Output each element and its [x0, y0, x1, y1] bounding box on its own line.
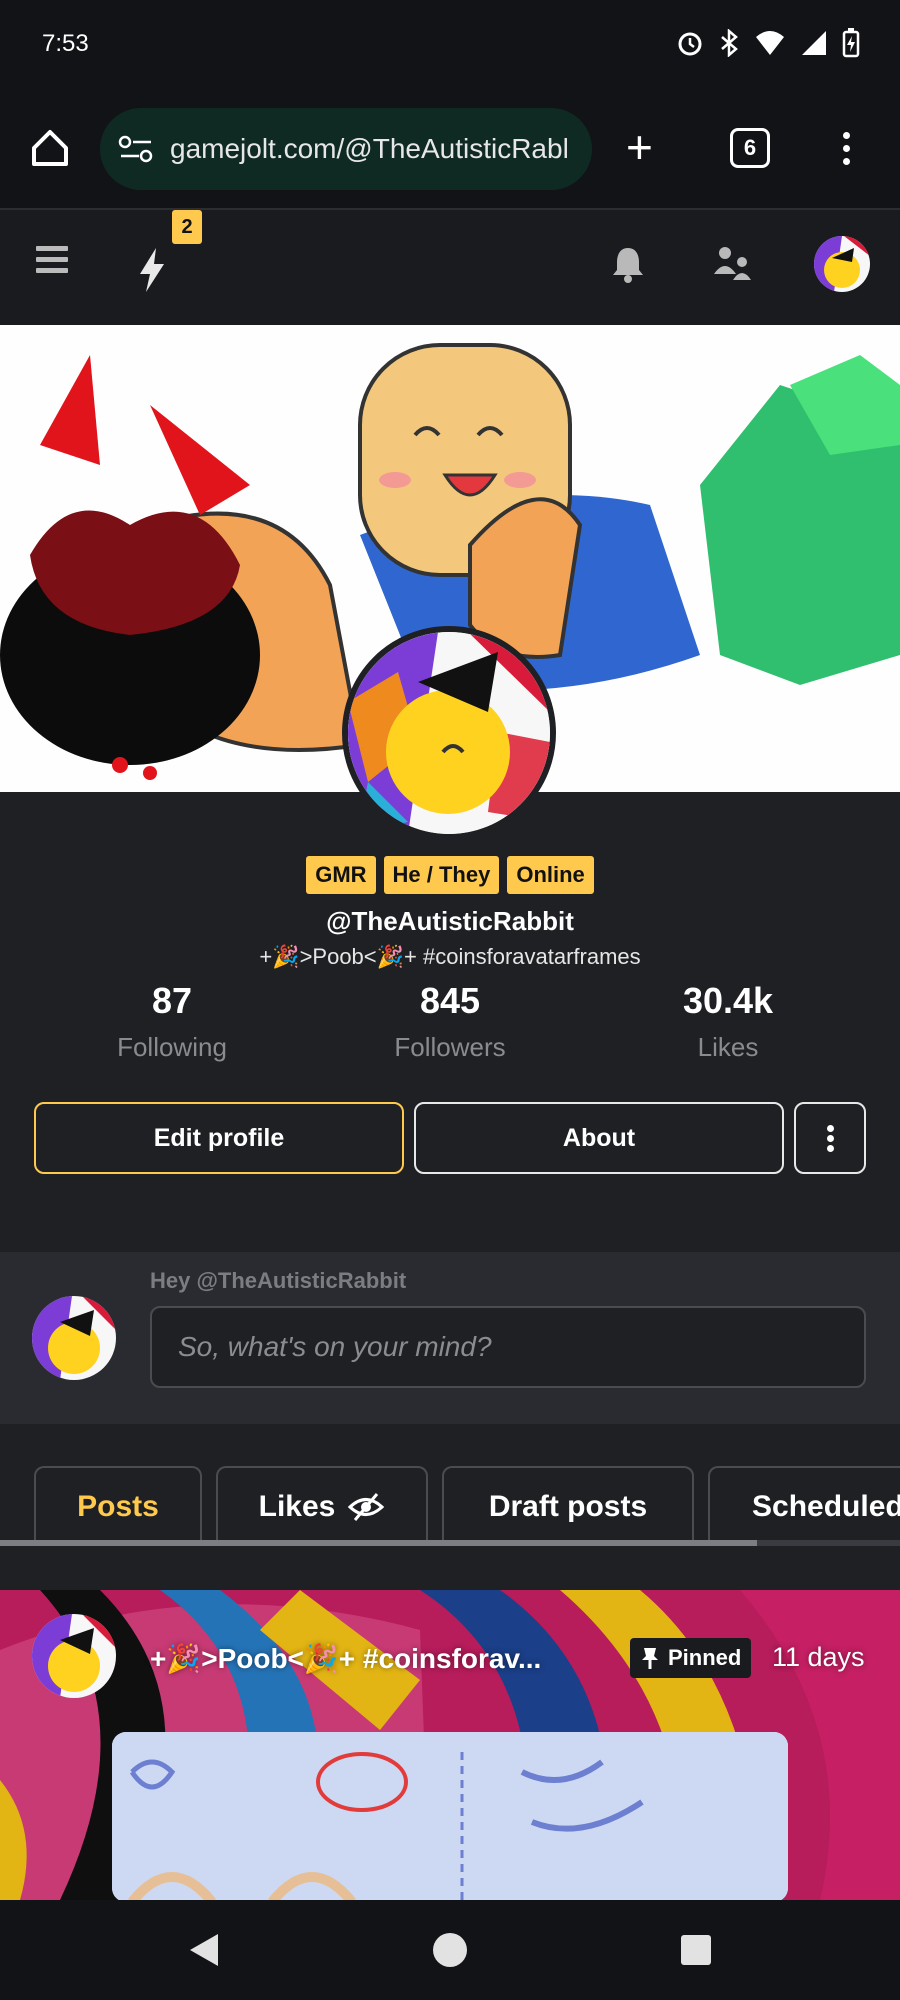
composer-greeting: Hey @TheAutisticRabbit — [150, 1268, 407, 1293]
pin-icon — [642, 1648, 658, 1669]
tag-pronouns: He / They — [383, 856, 500, 894]
tabs-scroll-indicator[interactable] — [0, 1540, 900, 1546]
url-text: gamejolt.com/@TheAutisticRabl — [170, 133, 569, 164]
lightning-bolt-icon[interactable] — [134, 246, 170, 294]
address-bar[interactable]: gamejolt.com/@TheAutisticRabl — [100, 108, 592, 190]
home-circle-icon[interactable] — [430, 1930, 470, 1970]
browser-toolbar: gamejolt.com/@TheAutisticRabl + 6 — [0, 92, 900, 210]
pinned-badge: Pinned — [630, 1638, 752, 1678]
stat-followers-label: Followers — [394, 1032, 506, 1062]
post-image[interactable] — [112, 1732, 788, 1900]
stat-followers-value: 845 — [419, 980, 481, 1021]
status-time: 7:53 — [42, 30, 89, 57]
notification-count-badge: 2 — [172, 210, 202, 244]
bluetooth-icon — [721, 29, 738, 57]
alarm-icon — [678, 32, 702, 56]
back-icon[interactable] — [186, 1930, 222, 1970]
about-button[interactable]: About — [414, 1102, 784, 1174]
home-icon[interactable] — [28, 126, 72, 170]
battery-charging-icon — [842, 28, 860, 58]
tab-draft-posts-label: Draft posts — [488, 1490, 648, 1523]
composer-input[interactable]: So, what's on your mind? — [150, 1306, 866, 1388]
recents-icon[interactable] — [678, 1932, 714, 1968]
site-top-nav: 2 — [0, 210, 900, 325]
tab-likes-label: Likes — [258, 1490, 336, 1523]
profile-tags: GMR He / They Online — [0, 856, 900, 894]
tab-likes[interactable]: Likes — [216, 1466, 428, 1546]
composer-avatar — [32, 1296, 116, 1380]
hamburger-menu-icon[interactable] — [36, 246, 68, 279]
kebab-icon — [826, 1122, 834, 1155]
pinned-label: Pinned — [668, 1645, 742, 1670]
pinned-post-card[interactable]: +🎉>Poob<🎉+ #coinsforav... Pinned 11 days — [0, 1590, 900, 1900]
edit-profile-button[interactable]: Edit profile — [34, 1102, 404, 1174]
status-icons — [676, 28, 860, 58]
post-author-avatar[interactable] — [32, 1614, 116, 1698]
hidden-eye-icon — [348, 1493, 385, 1521]
site-settings-icon[interactable] — [118, 134, 154, 164]
stat-likes[interactable]: 30.4k Likes — [598, 980, 858, 1063]
friend-requests-icon[interactable] — [712, 244, 752, 284]
bell-icon[interactable] — [610, 244, 646, 284]
new-tab-plus-icon[interactable]: + — [626, 124, 653, 170]
status-bar: 7:53 — [0, 0, 900, 92]
tag-online: Online — [507, 856, 594, 894]
profile-avatar[interactable] — [342, 626, 556, 840]
stat-likes-value: 30.4k — [682, 980, 774, 1021]
system-nav-bar — [0, 1900, 900, 2000]
stat-following-label: Following — [117, 1032, 227, 1062]
stat-following[interactable]: 87 Following — [42, 980, 302, 1063]
stat-likes-label: Likes — [697, 1032, 759, 1062]
tab-posts[interactable]: Posts — [34, 1466, 202, 1546]
more-options-button[interactable] — [794, 1102, 866, 1174]
tab-scheduled[interactable]: Scheduled — [708, 1466, 900, 1546]
profile-username: @TheAutisticRabbit — [326, 906, 574, 936]
tab-posts-label: Posts — [77, 1490, 159, 1523]
tab-switcher-button[interactable]: 6 — [730, 128, 770, 168]
signal-icon — [802, 31, 826, 55]
tab-draft-posts[interactable]: Draft posts — [442, 1466, 694, 1546]
stat-following-value: 87 — [151, 980, 193, 1021]
profile-tabs: Posts Likes Draft posts Scheduled — [0, 1466, 900, 1546]
profile-bio: +🎉>Poob<🎉+ #coinsforavatarframes — [259, 944, 641, 969]
post-age: 11 days — [772, 1642, 865, 1672]
tab-scheduled-label: Scheduled — [752, 1490, 900, 1523]
stat-followers[interactable]: 845 Followers — [320, 980, 580, 1063]
browser-menu-icon[interactable] — [840, 126, 852, 171]
tag-gmr: GMR — [306, 856, 376, 894]
user-avatar[interactable] — [814, 236, 870, 292]
post-composer: Hey @TheAutisticRabbit So, what's on you… — [0, 1252, 900, 1424]
wifi-icon — [756, 31, 784, 55]
post-title: +🎉>Poob<🎉+ #coinsforav... — [150, 1643, 542, 1674]
